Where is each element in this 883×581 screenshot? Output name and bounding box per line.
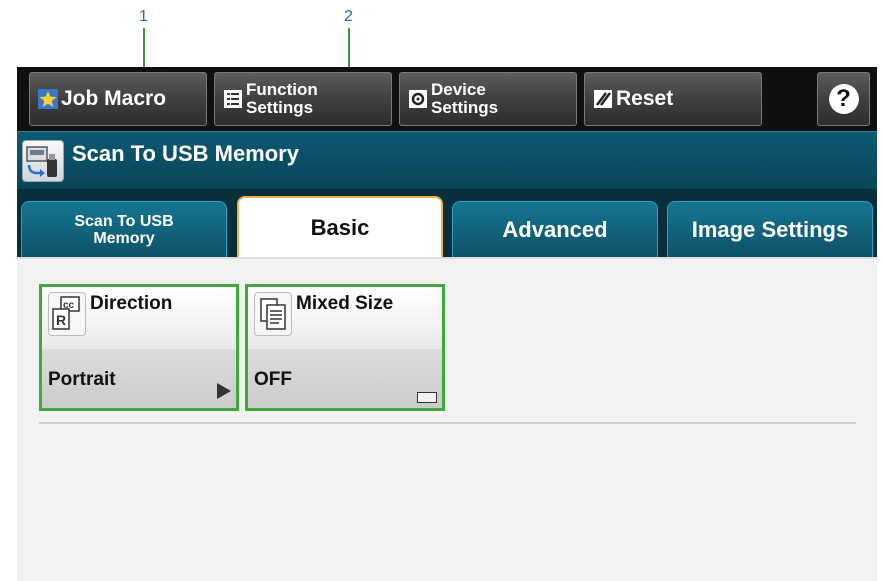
help-button[interactable]: ? <box>817 72 870 126</box>
play-arrow-icon <box>217 383 231 404</box>
tab-image-settings-label: Image Settings <box>691 216 849 242</box>
help-icon: ? <box>828 84 859 114</box>
tab-strip: Scan To USB Memory Basic Advanced Image … <box>17 189 877 257</box>
job-macro-button[interactable]: Job Macro <box>29 72 207 126</box>
device-settings-button[interactable]: Device Settings <box>399 72 577 126</box>
tab-basic-label: Basic <box>310 214 370 240</box>
function-settings-button[interactable]: Function Settings <box>214 72 392 126</box>
content-divider <box>39 422 856 424</box>
direction-icon: cc R <box>48 292 86 336</box>
direction-tile-value-area: Portrait <box>42 349 236 408</box>
mixed-size-icon <box>254 292 292 336</box>
device-settings-line2: Settings <box>431 98 499 117</box>
mixed-size-label: Mixed Size <box>296 293 394 314</box>
tab-scan-to-usb-memory-line1: Scan To USB <box>74 212 174 230</box>
callout-number-1: 1 <box>139 8 148 25</box>
mixed-size-tile-header: Mixed Size <box>248 287 442 349</box>
direction-tile[interactable]: cc R Direction Portrait <box>39 284 239 411</box>
mixed-size-tile[interactable]: Mixed Size OFF <box>245 284 445 411</box>
toggle-box-icon <box>417 392 437 403</box>
header-bar: Scan To USB Memory <box>17 131 877 189</box>
reset-label: Reset <box>616 87 674 110</box>
mixed-size-value: OFF <box>254 369 292 390</box>
reset-button[interactable]: Reset <box>584 72 762 126</box>
tab-basic[interactable]: Basic <box>237 196 443 257</box>
tab-advanced[interactable]: Advanced <box>452 201 658 257</box>
svg-text:R: R <box>56 312 66 328</box>
function-settings-label: Function Settings <box>246 81 318 117</box>
device-settings-line1: Device <box>431 80 486 99</box>
help-icon-glyph: ? <box>836 85 851 112</box>
settings-panel: cc R Direction Portrait Mixed Size OFF <box>17 257 877 581</box>
direction-label: Direction <box>90 293 173 314</box>
tab-advanced-label: Advanced <box>502 216 608 242</box>
star-icon <box>38 89 58 109</box>
function-settings-line1: Function <box>246 80 318 99</box>
top-toolbar: Job Macro Function Settings Device Setti… <box>17 67 877 131</box>
job-macro-label: Job Macro <box>61 87 167 110</box>
scan-to-usb-icon <box>22 140 64 182</box>
tab-scan-to-usb-memory[interactable]: Scan To USB Memory <box>21 201 227 257</box>
direction-value: Portrait <box>48 369 116 390</box>
reset-icon <box>593 89 613 109</box>
callout-number-2: 2 <box>344 8 353 25</box>
page-title: Scan To USB Memory <box>72 141 299 166</box>
list-icon <box>223 89 243 109</box>
direction-tile-header: cc R Direction <box>42 287 236 349</box>
mixed-size-tile-value-area: OFF <box>248 349 442 408</box>
gear-icon <box>408 89 428 109</box>
function-settings-line2: Settings <box>246 98 314 117</box>
device-settings-label: Device Settings <box>431 81 498 117</box>
tab-scan-to-usb-memory-line2: Memory <box>93 229 155 247</box>
tab-image-settings[interactable]: Image Settings <box>667 201 873 257</box>
